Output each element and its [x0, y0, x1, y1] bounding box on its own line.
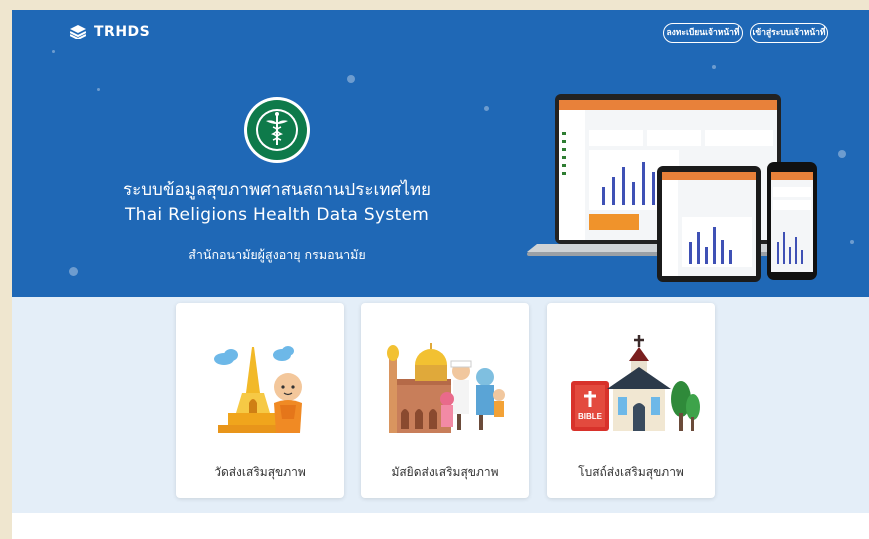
decor-dot — [347, 75, 355, 83]
temple-monk-icon — [214, 346, 302, 433]
brand-name: TRHDS — [94, 24, 151, 40]
hero-title-thai: ระบบข้อมูลสุขภาพศาสนสถานประเทศไทย — [122, 180, 431, 200]
card-temple[interactable]: วัดส่งเสริมสุขภาพ — [176, 303, 344, 498]
church-bible-icon: BIBLE — [571, 335, 700, 431]
decor-dot — [838, 150, 846, 158]
bottom-section — [12, 513, 869, 539]
hero-title-english: Thai Religions Health Data System — [124, 205, 430, 225]
decor-dot — [69, 267, 78, 276]
layers-icon — [70, 25, 86, 39]
decor-dot — [97, 88, 100, 91]
card-temple-label: วัดส่งเสริมสุขภาพ — [214, 465, 306, 479]
card-church[interactable]: BIBLE โบสถ์ส่งเสริมสุขภาพ — [547, 303, 715, 498]
hero-subtitle: สำนักอนามัยผู้สูงอายุ กรมอนามัย — [188, 247, 366, 262]
card-church-label: โบสถ์ส่งเสริมสุขภาพ — [578, 465, 684, 479]
register-staff-button[interactable]: ลงทะเบียนเจ้าหน้าที่ — [663, 23, 743, 43]
mosque-family-icon — [387, 343, 505, 433]
decor-dot — [484, 106, 489, 111]
brand[interactable]: TRHDS — [70, 24, 150, 40]
login-staff-button[interactable]: เข้าสู่ระบบเจ้าหน้าที่ — [750, 23, 828, 43]
decor-dot — [712, 65, 716, 69]
card-mosque[interactable]: มัสยิดส่งเสริมสุขภาพ — [361, 303, 529, 498]
hero-section: TRHDS ลงทะเบียนเจ้าหน้าที่ เข้าสู่ระบบเจ… — [12, 10, 869, 297]
bible-text: BIBLE — [578, 412, 603, 421]
device-mockup-illustration — [527, 94, 817, 282]
decor-dot — [52, 50, 55, 53]
decor-dot — [850, 240, 854, 244]
ministry-logo — [244, 97, 310, 163]
ministry-seal-icon — [247, 100, 307, 160]
card-mosque-label: มัสยิดส่งเสริมสุขภาพ — [391, 465, 499, 479]
page-frame: TRHDS ลงทะเบียนเจ้าหน้าที่ เข้าสู่ระบบเจ… — [12, 10, 869, 539]
